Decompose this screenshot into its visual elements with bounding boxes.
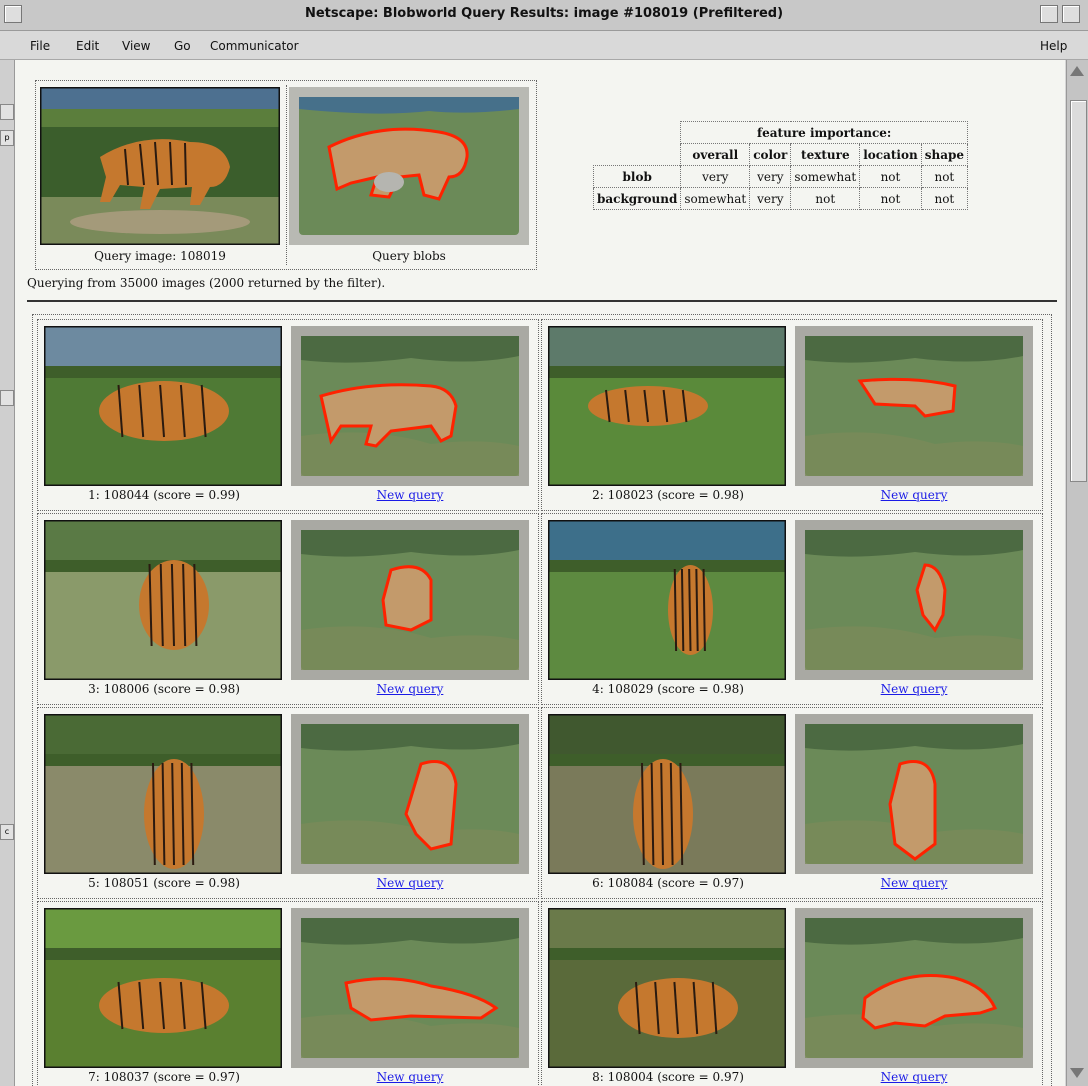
result-caption: 5: 108051 (score = 0.98) — [88, 876, 240, 890]
query-blobs-segmentation — [289, 87, 529, 245]
result-blobs-image — [291, 714, 529, 874]
result-caption: 7: 108037 (score = 0.97) — [88, 1070, 240, 1084]
menu-view[interactable]: View — [122, 39, 150, 53]
table-cell: not — [859, 165, 922, 188]
maximize-icon[interactable] — [1062, 5, 1080, 23]
result-caption: 2: 108023 (score = 0.98) — [592, 488, 744, 502]
table-cell: very — [749, 165, 792, 188]
result-blobs-image — [795, 326, 1033, 486]
query-info-text: Querying from 35000 images (2000 returne… — [27, 276, 386, 290]
menu-communicator[interactable]: Communicator — [210, 39, 299, 53]
feature-importance-heading: feature importance: — [680, 121, 968, 144]
table-cell: somewhat — [680, 187, 751, 210]
table-cell: not — [859, 187, 922, 210]
table-cell: not — [790, 187, 861, 210]
side-tab[interactable]: c — [0, 824, 14, 840]
result-item: 1: 108044 (score = 0.99) New query — [37, 319, 539, 511]
result-image[interactable] — [44, 714, 282, 874]
query-image[interactable] — [40, 87, 280, 245]
table-row: blob very very somewhat not not — [592, 165, 969, 188]
window-titlebar: Netscape: Blobworld Query Results: image… — [0, 0, 1088, 31]
result-item: 7: 108037 (score = 0.97) New query — [37, 901, 539, 1086]
result-item: 2: 108023 (score = 0.98) New query — [541, 319, 1043, 511]
table-cell: not — [920, 187, 969, 210]
row-label: blob — [592, 165, 682, 188]
column-header: texture — [790, 143, 861, 166]
result-caption: 3: 108006 (score = 0.98) — [88, 682, 240, 696]
result-item: 3: 108006 (score = 0.98) New query — [37, 513, 539, 705]
result-blobs-image — [291, 520, 529, 680]
result-caption: 1: 108044 (score = 0.99) — [88, 488, 240, 502]
new-query-link[interactable]: New query — [291, 488, 529, 502]
column-header: color — [749, 143, 792, 166]
result-blobs-image — [795, 908, 1033, 1068]
window-title: Netscape: Blobworld Query Results: image… — [304, 6, 784, 21]
result-image[interactable] — [44, 520, 282, 680]
new-query-link[interactable]: New query — [795, 1070, 1033, 1084]
menu-edit[interactable]: Edit — [76, 39, 99, 53]
background-window-edge: p c — [0, 60, 15, 1086]
new-query-link[interactable]: New query — [291, 682, 529, 696]
column-header: shape — [920, 143, 969, 166]
result-image[interactable] — [548, 714, 786, 874]
column-header: location — [859, 143, 922, 166]
feature-importance-table: feature importance: overall color textur… — [592, 121, 969, 210]
page-content: Query image: 108019 Query blobs feature … — [15, 60, 1065, 1086]
result-image[interactable] — [548, 520, 786, 680]
new-query-link[interactable]: New query — [795, 488, 1033, 502]
result-item: 6: 108084 (score = 0.97) New query — [541, 707, 1043, 899]
result-image[interactable] — [548, 326, 786, 486]
result-blobs-image — [291, 326, 529, 486]
table-cell: very — [680, 165, 751, 188]
query-blobs-cell: Query blobs — [286, 85, 531, 265]
new-query-link[interactable]: New query — [795, 876, 1033, 890]
vertical-scrollbar[interactable] — [1066, 60, 1088, 1086]
result-blobs-image — [795, 714, 1033, 874]
query-blobs-caption: Query blobs — [372, 249, 446, 263]
table-cell: not — [920, 165, 969, 188]
result-item: 5: 108051 (score = 0.98) New query — [37, 707, 539, 899]
side-tab[interactable]: p — [0, 130, 14, 146]
result-item: 8: 108004 (score = 0.97) New query — [541, 901, 1043, 1086]
results-grid: 1: 108044 (score = 0.99) New query 2: 10… — [32, 314, 1052, 1086]
menu-go[interactable]: Go — [174, 39, 191, 53]
query-blobs-image — [289, 87, 529, 245]
result-image[interactable] — [44, 326, 282, 486]
scrollbar-thumb[interactable] — [1070, 100, 1087, 482]
result-blobs-image — [795, 520, 1033, 680]
query-image-caption: Query image: 108019 — [94, 249, 226, 263]
query-frame: Query image: 108019 Query blobs — [35, 80, 537, 270]
new-query-link[interactable]: New query — [291, 1070, 529, 1084]
result-caption: 8: 108004 (score = 0.97) — [592, 1070, 744, 1084]
side-tab[interactable] — [0, 390, 14, 406]
menu-bar: File Edit View Go Communicator Help — [0, 31, 1088, 60]
column-header: overall — [680, 143, 751, 166]
menu-file[interactable]: File — [30, 39, 50, 53]
menu-help[interactable]: Help — [1040, 39, 1067, 53]
query-image-cell: Query image: 108019 — [38, 85, 282, 265]
divider — [27, 300, 1057, 302]
result-item: 4: 108029 (score = 0.98) New query — [541, 513, 1043, 705]
result-image[interactable] — [44, 908, 282, 1068]
scroll-down-icon[interactable] — [1070, 1068, 1084, 1078]
table-row: background somewhat very not not not — [592, 187, 969, 210]
row-label: background — [592, 187, 682, 210]
query-image-photo — [40, 87, 280, 245]
result-image[interactable] — [548, 908, 786, 1068]
table-cell: somewhat — [790, 165, 861, 188]
result-blobs-image — [291, 908, 529, 1068]
table-cell: very — [749, 187, 792, 210]
new-query-link[interactable]: New query — [291, 876, 529, 890]
scroll-up-icon[interactable] — [1070, 66, 1084, 76]
result-caption: 6: 108084 (score = 0.97) — [592, 876, 744, 890]
new-query-link[interactable]: New query — [795, 682, 1033, 696]
side-tab[interactable] — [0, 104, 14, 120]
result-caption: 4: 108029 (score = 0.98) — [592, 682, 744, 696]
minimize-icon[interactable] — [1040, 5, 1058, 23]
